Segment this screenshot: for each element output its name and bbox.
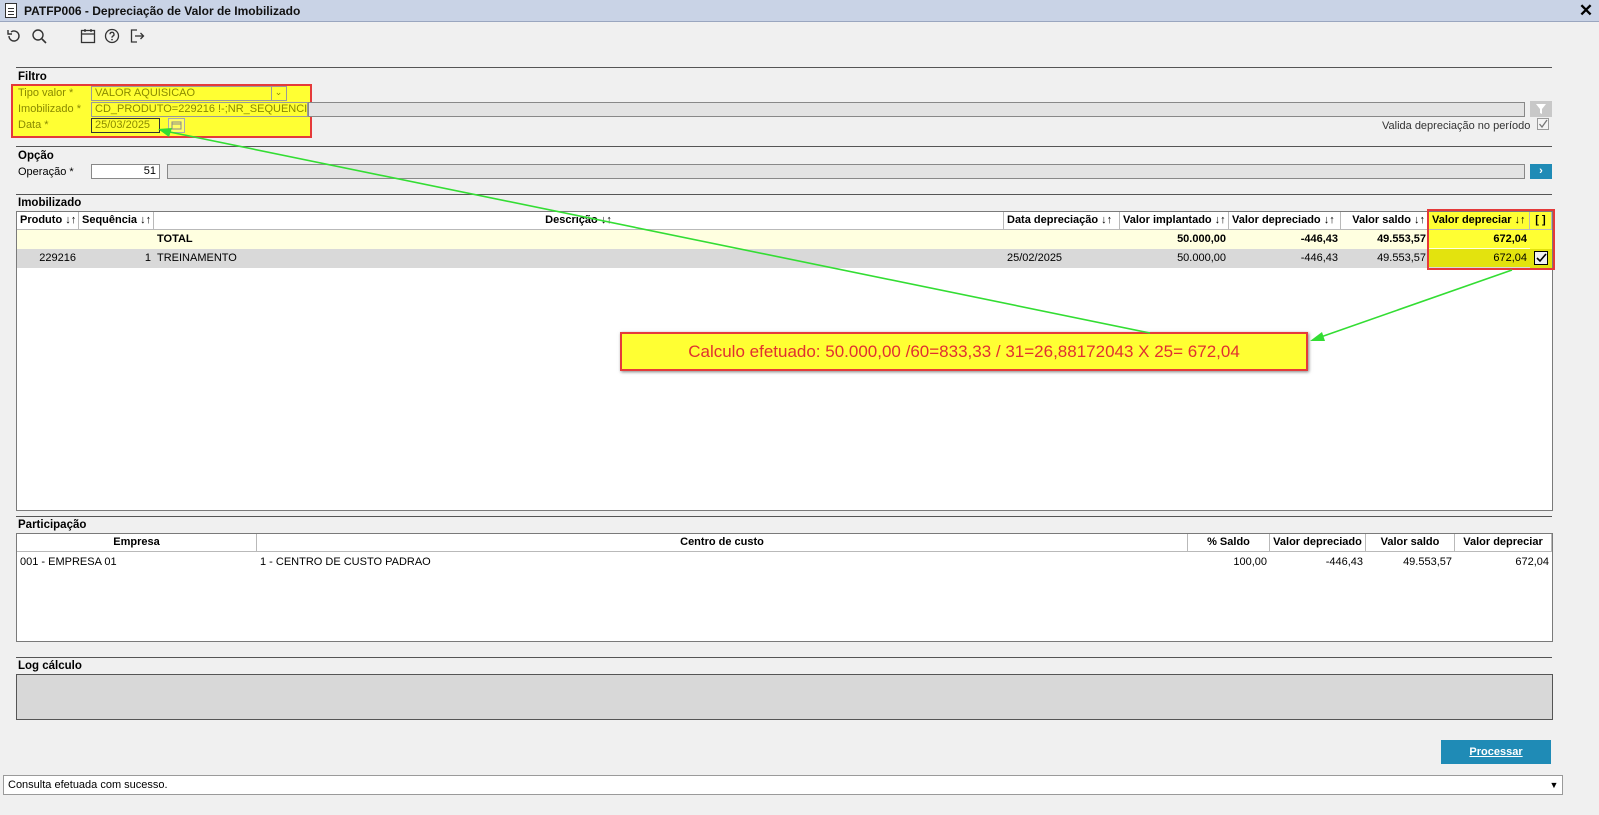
imobilizado-description-field xyxy=(308,102,1525,117)
section-title-imobilizado: Imobilizado xyxy=(18,197,82,209)
valor-depreciar-highlight xyxy=(1427,209,1555,270)
data-label: Data * xyxy=(18,119,49,131)
divider xyxy=(16,194,1552,195)
filter-icon[interactable] xyxy=(1530,101,1552,117)
divider xyxy=(16,67,1552,68)
date-picker-icon[interactable] xyxy=(168,118,185,133)
help-icon[interactable] xyxy=(101,27,123,49)
data-field[interactable]: 25/03/2025 xyxy=(91,118,160,133)
go-arrow-button[interactable]: › xyxy=(1530,164,1552,179)
cell-saldo-pct: 100,00 xyxy=(1233,556,1267,568)
imobilizado-field[interactable]: CD_PRODUTO=229216 !-;NR_SEQUENCIA=1 xyxy=(91,102,308,117)
col-header-valor-saldo[interactable]: Valor saldo ↓↑ xyxy=(1341,212,1429,230)
total-label: TOTAL xyxy=(157,233,193,245)
col-header-data-depreciacao[interactable]: Data depreciação ↓↑ xyxy=(1004,212,1120,230)
toolbar xyxy=(0,23,1599,53)
cell-produto: 229216 xyxy=(39,252,76,264)
document-icon xyxy=(5,3,17,18)
cell-data-depreciacao: 25/02/2025 xyxy=(1007,252,1063,264)
cell-centro-custo: 1 - CENTRO DE CUSTO PADRAO xyxy=(260,556,431,568)
total-valor-depreciado: -446,43 xyxy=(1300,233,1338,245)
title-bar: PATFP006 - Depreciação de Valor de Imobi… xyxy=(0,0,1599,22)
operacao-label: Operação * xyxy=(18,166,74,178)
divider xyxy=(16,516,1552,517)
chevron-right-icon: › xyxy=(1539,165,1543,177)
chevron-down-icon[interactable]: ⌄ xyxy=(271,87,285,100)
status-bar: Consulta efetuada com sucesso. xyxy=(3,775,1563,795)
col-header-valor-implantado[interactable]: Valor implantado ↓↑ xyxy=(1120,212,1229,230)
refresh-icon[interactable] xyxy=(3,27,25,49)
cell-valor-saldo: 49.553,57 xyxy=(1403,556,1452,568)
total-valor-implantado: 50.000,00 xyxy=(1177,233,1226,245)
section-title-opcao: Opção xyxy=(18,150,54,162)
col-header-produto[interactable]: Produto ↓↑ xyxy=(17,212,79,230)
tipo-valor-value: VALOR AQUISICAO xyxy=(95,87,196,99)
tipo-valor-select[interactable]: VALOR AQUISICAO ⌄ xyxy=(91,86,287,101)
total-valor-saldo: 49.553,57 xyxy=(1377,233,1426,245)
cell-valor-depreciar: 672,04 xyxy=(1515,556,1549,568)
col-header-centro-custo[interactable]: Centro de custo xyxy=(257,534,1188,552)
table-row[interactable]: 229216 1 TREINAMENTO 25/02/2025 50.000,0… xyxy=(17,249,1552,268)
exit-icon[interactable] xyxy=(126,27,148,49)
search-icon[interactable] xyxy=(28,27,50,49)
col-header-saldo-pct[interactable]: % Saldo xyxy=(1188,534,1270,552)
col-header-valor-depreciado[interactable]: Valor depreciado xyxy=(1270,534,1366,552)
col-header-valor-depreciar[interactable]: Valor depreciar xyxy=(1455,534,1552,552)
window-title: PATFP006 - Depreciação de Valor de Imobi… xyxy=(24,4,301,18)
processar-button[interactable]: Processar xyxy=(1441,740,1551,764)
col-header-descricao[interactable]: Descrição ↓↑ xyxy=(154,212,1004,230)
section-title-participacao: Participação xyxy=(18,519,87,531)
log-textarea[interactable] xyxy=(16,674,1553,720)
operacao-field[interactable]: 51 xyxy=(91,164,160,179)
total-row: TOTAL 50.000,00 -446,43 49.553,57 672,04 xyxy=(17,230,1552,249)
calendar-icon[interactable] xyxy=(77,27,99,49)
chevron-down-icon[interactable]: ▼ xyxy=(1546,776,1562,794)
operacao-description-field xyxy=(167,164,1525,179)
tipo-valor-label: Tipo valor * xyxy=(18,87,74,99)
cell-valor-depreciado: -446,43 xyxy=(1325,556,1363,568)
imobilizado-label: Imobilizado * xyxy=(18,103,81,115)
cell-valor-implantado: 50.000,00 xyxy=(1177,252,1226,264)
col-header-valor-saldo[interactable]: Valor saldo xyxy=(1366,534,1455,552)
col-header-empresa[interactable]: Empresa xyxy=(17,534,257,552)
divider xyxy=(16,657,1552,658)
cell-sequencia: 1 xyxy=(144,252,151,264)
valida-depreciacao-label: Valida depreciação no período xyxy=(1382,120,1531,132)
participacao-grid: Empresa Centro de custo % Saldo Valor de… xyxy=(16,533,1553,642)
valida-depreciacao-checkbox[interactable] xyxy=(1537,118,1549,130)
calculation-annotation: Calculo efetuado: 50.000,00 /60=833,33 /… xyxy=(620,332,1308,371)
divider xyxy=(16,146,1552,147)
table-row[interactable]: 001 - EMPRESA 01 1 - CENTRO DE CUSTO PAD… xyxy=(17,553,1552,571)
cell-descricao: TREINAMENTO xyxy=(157,252,237,264)
cell-valor-depreciado: -446,43 xyxy=(1300,252,1338,264)
section-title-log: Log cálculo xyxy=(18,660,82,672)
close-icon[interactable]: ✕ xyxy=(1577,2,1595,20)
cell-valor-saldo: 49.553,57 xyxy=(1377,252,1426,264)
col-header-sequencia[interactable]: Sequência ↓↑ xyxy=(79,212,154,230)
section-title-filtro: Filtro xyxy=(18,71,47,83)
cell-empresa: 001 - EMPRESA 01 xyxy=(20,556,117,568)
col-header-valor-depreciado[interactable]: Valor depreciado ↓↑ xyxy=(1229,212,1341,230)
